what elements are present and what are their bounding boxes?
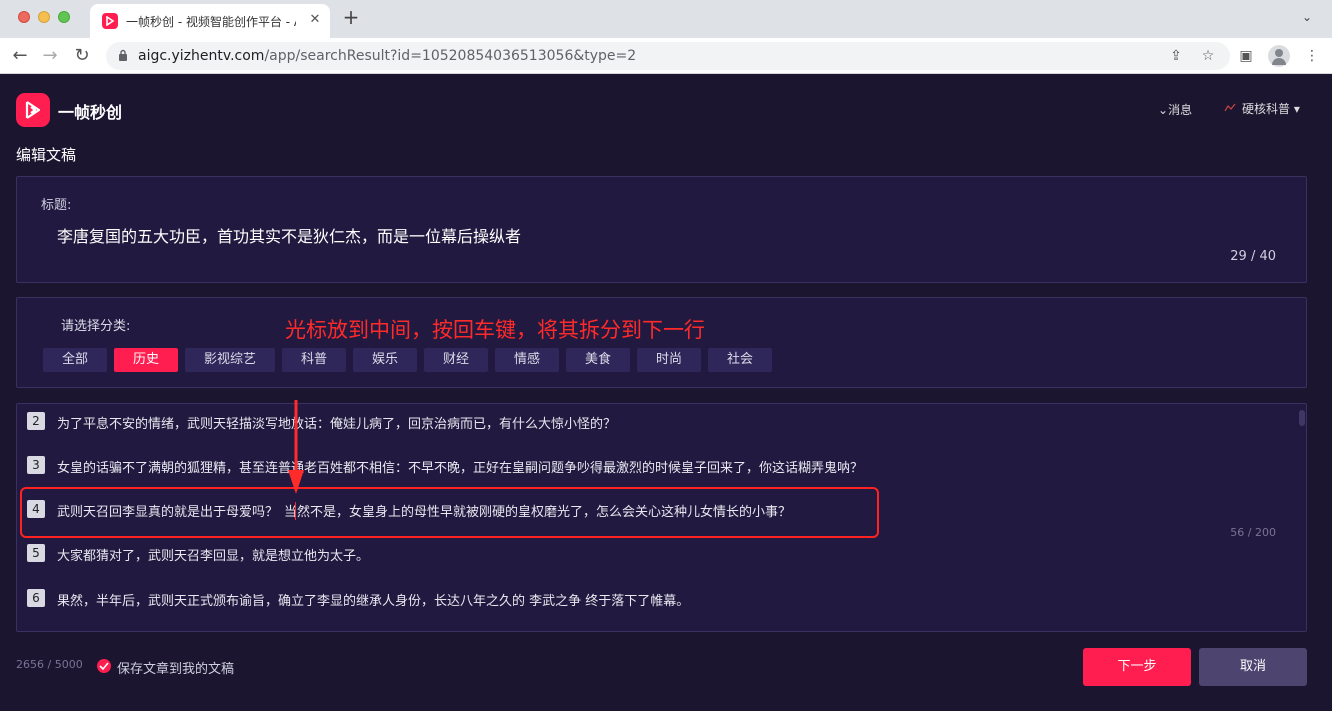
paragraph-number: 3 bbox=[27, 456, 45, 474]
close-window-button[interactable] bbox=[18, 11, 30, 23]
save-to-drafts-label[interactable]: 保存文章到我的文稿 bbox=[117, 658, 234, 677]
star-icon[interactable]: ☆ bbox=[1198, 46, 1218, 66]
profile-icon[interactable] bbox=[1268, 45, 1290, 67]
tab-search-icon[interactable]: ⌄ bbox=[1302, 10, 1312, 24]
paragraph-count: 56 / 200 bbox=[1230, 526, 1276, 539]
category-food[interactable]: 美食 bbox=[566, 348, 630, 372]
back-icon[interactable]: ← bbox=[8, 44, 32, 68]
page-title: 编辑文稿 bbox=[16, 146, 77, 164]
sidebar-icon[interactable]: ▣ bbox=[1236, 46, 1256, 66]
annotation-highlight-box bbox=[20, 487, 879, 538]
cancel-button[interactable]: 取消 bbox=[1199, 648, 1307, 686]
category-science[interactable]: 科普 bbox=[282, 348, 346, 372]
new-tab-button[interactable]: + bbox=[340, 6, 362, 28]
category-tabs: 全部 历史 影视综艺 科普 娱乐 财经 情感 美食 时尚 社会 bbox=[43, 348, 772, 372]
user-name: 硬核科普 bbox=[1242, 102, 1291, 116]
paragraph-text[interactable]: 为了平息不安的情绪，武则天轻描淡写地放话：俺娃儿病了，回京治病而已，有什么大惊小… bbox=[57, 413, 616, 432]
lock-icon bbox=[119, 49, 127, 61]
paragraph-number: 5 bbox=[27, 544, 45, 562]
title-input[interactable]: 李唐复国的五大功臣，首功其实不是狄仁杰，而是一位幕后操纵者 bbox=[57, 223, 521, 247]
brand-name: 一帧秒创 bbox=[58, 103, 123, 122]
title-panel: 标题: 李唐复国的五大功臣，首功其实不是狄仁杰，而是一位幕后操纵者 29 / 4… bbox=[16, 176, 1307, 283]
url-text: aigc.yizhentv.com/app/searchResult?id=10… bbox=[138, 48, 636, 64]
title-label: 标题: bbox=[41, 198, 72, 213]
scrollbar[interactable] bbox=[1299, 410, 1305, 426]
paragraph-text[interactable]: 大家都猜对了，武则天召李回显，就是想立他为太子。 bbox=[57, 545, 369, 564]
category-fashion[interactable]: 时尚 bbox=[637, 348, 701, 372]
category-film-variety[interactable]: 影视综艺 bbox=[185, 348, 275, 372]
minimize-window-button[interactable] bbox=[38, 11, 50, 23]
tab-close-icon[interactable]: ✕ bbox=[306, 11, 324, 29]
address-bar[interactable]: aigc.yizhentv.com/app/searchResult?id=10… bbox=[106, 42, 1230, 70]
user-avatar-icon bbox=[1224, 103, 1236, 112]
user-menu[interactable]: 硬核科普 ▾ bbox=[1224, 100, 1300, 117]
paragraph-number: 6 bbox=[27, 589, 45, 607]
caret-down-icon: ▾ bbox=[1290, 102, 1300, 116]
annotation-arrow-icon bbox=[288, 400, 304, 494]
zoom-window-button[interactable] bbox=[58, 11, 70, 23]
category-finance[interactable]: 财经 bbox=[424, 348, 488, 372]
word-count: 2656 / 5000 bbox=[16, 658, 83, 671]
category-history[interactable]: 历史 bbox=[114, 348, 178, 372]
reload-icon[interactable]: ↻ bbox=[70, 44, 94, 68]
menu-icon[interactable]: ⋮ bbox=[1302, 46, 1322, 66]
chevron-down-icon: ⌄ bbox=[1158, 103, 1169, 117]
share-icon[interactable]: ⇪ bbox=[1166, 46, 1186, 66]
url-host: aigc.yizhentv.com bbox=[138, 48, 265, 64]
category-all[interactable]: 全部 bbox=[43, 348, 107, 372]
app-favicon-icon bbox=[102, 13, 118, 29]
category-society[interactable]: 社会 bbox=[708, 348, 772, 372]
browser-tabbar: 一帧秒创 - 视频智能创作平台 - A ✕ + ⌄ bbox=[0, 0, 1332, 38]
brand-logo-icon[interactable] bbox=[16, 93, 50, 127]
next-step-button[interactable]: 下一步 bbox=[1083, 648, 1191, 686]
category-label: 请选择分类: bbox=[61, 319, 131, 334]
browser-toolbar: ← → ↻ aigc.yizhentv.com/app/searchResult… bbox=[0, 38, 1332, 74]
browser-tab[interactable]: 一帧秒创 - 视频智能创作平台 - A ✕ bbox=[90, 4, 330, 38]
messages-label: 消息 bbox=[1168, 103, 1193, 117]
category-emotion[interactable]: 情感 bbox=[495, 348, 559, 372]
tab-title: 一帧秒创 - 视频智能创作平台 - A bbox=[126, 15, 296, 29]
annotation-text: 光标放到中间，按回车键，将其拆分到下一行 bbox=[285, 318, 705, 342]
text-cursor bbox=[295, 502, 296, 520]
category-entertainment[interactable]: 娱乐 bbox=[353, 348, 417, 372]
save-checkbox[interactable] bbox=[97, 659, 111, 673]
messages-link[interactable]: ⌄消息 bbox=[1158, 101, 1192, 118]
url-path: /app/searchResult?id=10520854036513056&t… bbox=[264, 48, 637, 64]
forward-icon[interactable]: → bbox=[38, 44, 62, 68]
title-char-count: 29 / 40 bbox=[1230, 249, 1276, 264]
paragraph-text[interactable]: 果然，半年后，武则天正式颁布谕旨，确立了李显的继承人身份，长达八年之久的 李武之… bbox=[57, 590, 689, 609]
paragraph-number: 2 bbox=[27, 412, 45, 430]
paragraph-text[interactable]: 女皇的话骗不了满朝的狐狸精，甚至连普通老百姓都不相信：不早不晚，正好在皇嗣问题争… bbox=[57, 457, 863, 476]
